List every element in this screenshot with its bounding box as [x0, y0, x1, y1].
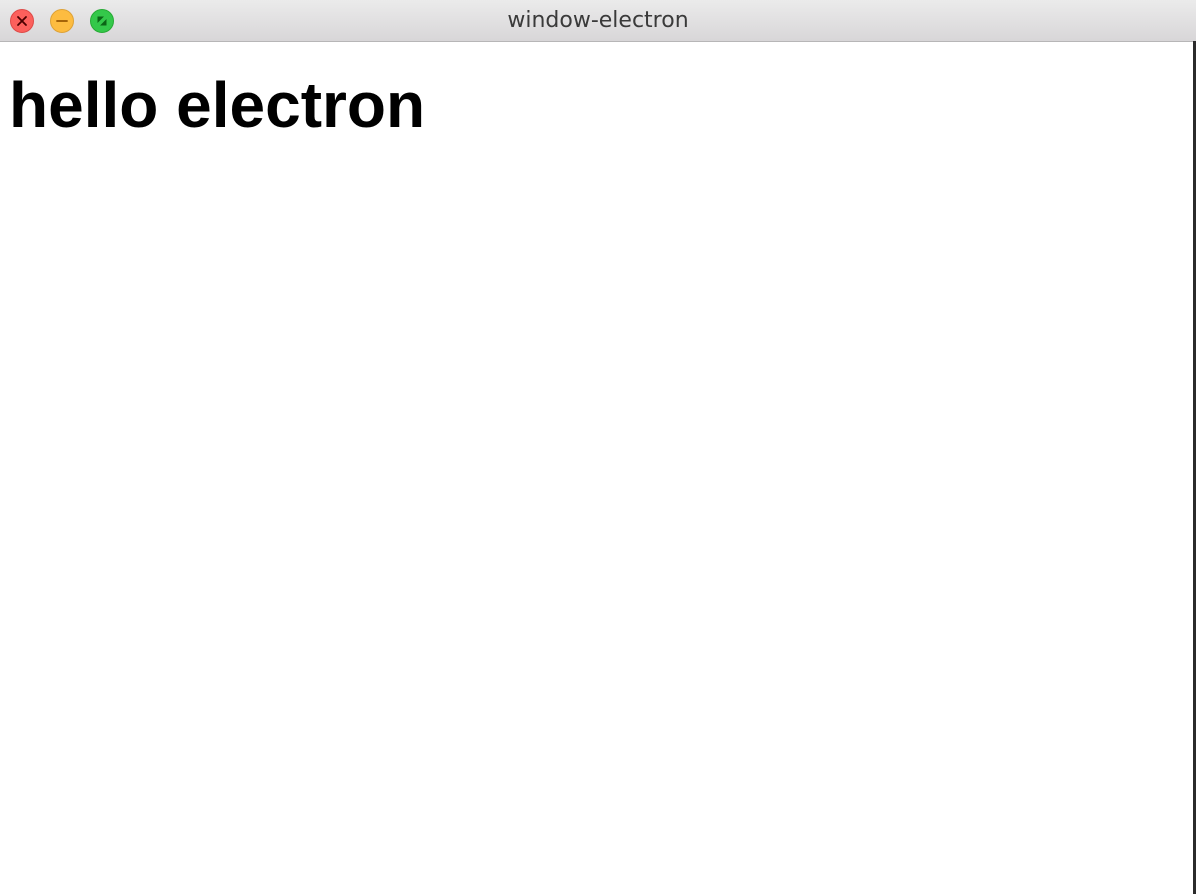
page-content: hello electron: [0, 42, 1193, 894]
title-bar[interactable]: window-electron: [0, 0, 1196, 42]
window-title: window-electron: [507, 8, 689, 33]
page-heading: hello electron: [9, 69, 426, 141]
app-window: window-electron hello electron: [0, 0, 1196, 894]
